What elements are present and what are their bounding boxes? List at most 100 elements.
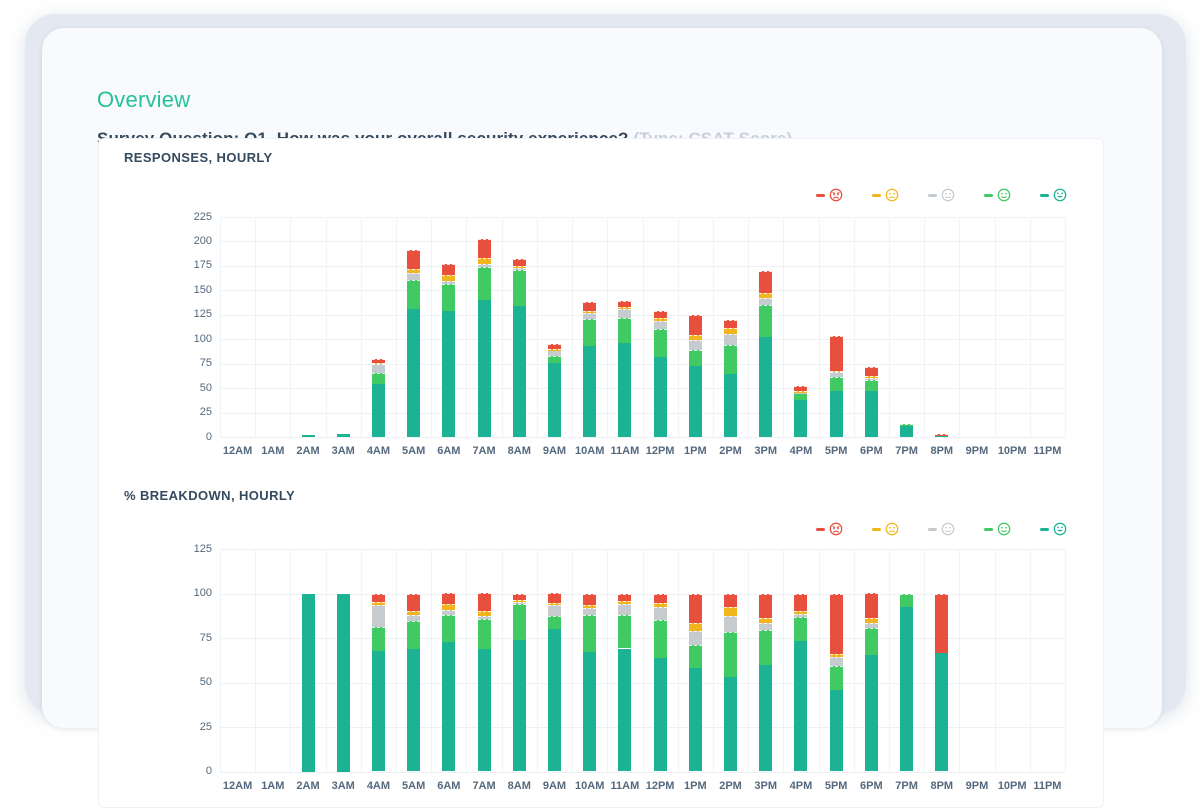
legend-item-neutral[interactable] (928, 188, 955, 202)
bar-segment-satisfied-7AM[interactable] (478, 267, 491, 300)
bar-segment-unsatisfied-3PM[interactable] (759, 293, 772, 298)
bar-segment-satisfied-4PM[interactable] (794, 393, 807, 400)
bar-segment-very-satisfied-6PM[interactable] (865, 655, 878, 771)
bar-segment-satisfied-6AM[interactable] (442, 284, 455, 310)
bar-segment-neutral-6AM[interactable] (442, 281, 455, 285)
bar-segment-neutral-5PM[interactable] (830, 657, 843, 666)
bar-segment-very-satisfied-7PM[interactable] (900, 425, 913, 437)
bar-segment-very-satisfied-6PM[interactable] (865, 391, 878, 437)
bar-segment-very-satisfied-3PM[interactable] (759, 665, 772, 772)
bar-segment-very-satisfied-7PM[interactable] (900, 607, 913, 771)
bar-segment-unsatisfied-9AM[interactable] (548, 349, 561, 351)
bar-segment-very-unsatisfied-8PM[interactable] (935, 594, 948, 653)
bar-segment-satisfied-3PM[interactable] (759, 305, 772, 337)
bar-segment-very-satisfied-1PM[interactable] (689, 366, 702, 437)
bar-segment-unsatisfied-9AM[interactable] (548, 603, 561, 605)
bar-segment-very-unsatisfied-2PM[interactable] (724, 320, 737, 329)
bar-segment-neutral-5AM[interactable] (407, 615, 420, 622)
bar-segment-neutral-1PM[interactable] (689, 631, 702, 645)
bar-segment-unsatisfied-5AM[interactable] (407, 611, 420, 615)
legend-item-neutral[interactable] (928, 522, 955, 536)
bar-segment-very-unsatisfied-10AM[interactable] (583, 594, 596, 606)
bar-segment-very-unsatisfied-12PM[interactable] (654, 311, 667, 318)
bar-segment-neutral-7AM[interactable] (478, 616, 491, 619)
bar-segment-very-satisfied-2AM[interactable] (302, 594, 315, 772)
bar-segment-neutral-5PM[interactable] (830, 372, 843, 377)
bar-segment-neutral-2PM[interactable] (724, 616, 737, 632)
bar-segment-neutral-6AM[interactable] (442, 610, 455, 614)
bar-segment-neutral-4AM[interactable] (372, 605, 385, 627)
bar-segment-satisfied-11AM[interactable] (618, 615, 631, 648)
bar-segment-satisfied-3PM[interactable] (759, 630, 772, 665)
bar-segment-satisfied-9AM[interactable] (548, 356, 561, 363)
bar-segment-neutral-11AM[interactable] (618, 604, 631, 616)
bar-segment-very-unsatisfied-11AM[interactable] (618, 594, 631, 602)
bar-segment-satisfied-5AM[interactable] (407, 621, 420, 649)
bar-segment-unsatisfied-8AM[interactable] (513, 266, 526, 268)
bar-segment-unsatisfied-4AM[interactable] (372, 363, 385, 365)
bar-segment-satisfied-5AM[interactable] (407, 280, 420, 309)
bar-segment-very-unsatisfied-4PM[interactable] (794, 386, 807, 391)
bar-segment-unsatisfied-10AM[interactable] (583, 311, 596, 313)
bar-segment-very-satisfied-10AM[interactable] (583, 346, 596, 437)
bar-segment-very-satisfied-11AM[interactable] (618, 343, 631, 437)
bar-segment-unsatisfied-6PM[interactable] (865, 618, 878, 623)
bar-segment-very-unsatisfied-8PM[interactable] (935, 434, 948, 436)
bar-segment-neutral-1PM[interactable] (689, 340, 702, 350)
bar-segment-very-satisfied-12PM[interactable] (654, 658, 667, 771)
bar-segment-satisfied-10AM[interactable] (583, 615, 596, 651)
bar-segment-unsatisfied-1PM[interactable] (689, 335, 702, 340)
bar-segment-neutral-6PM[interactable] (865, 378, 878, 380)
bar-segment-unsatisfied-2PM[interactable] (724, 607, 737, 616)
bar-segment-very-unsatisfied-5AM[interactable] (407, 250, 420, 269)
legend-item-very-satisfied[interactable] (1040, 188, 1067, 202)
bar-segment-very-satisfied-5PM[interactable] (830, 391, 843, 437)
bar-segment-unsatisfied-12PM[interactable] (654, 318, 667, 321)
bar-segment-satisfied-4PM[interactable] (794, 617, 807, 641)
bar-segment-very-satisfied-2PM[interactable] (724, 677, 737, 772)
legend-item-unsatisfied[interactable] (872, 188, 899, 202)
bar-segment-unsatisfied-7AM[interactable] (478, 611, 491, 616)
bar-segment-very-satisfied-9AM[interactable] (548, 363, 561, 437)
bar-segment-very-unsatisfied-11AM[interactable] (618, 301, 631, 307)
legend-item-very-unsatisfied[interactable] (816, 188, 843, 202)
legend-item-unsatisfied[interactable] (872, 522, 899, 536)
bar-segment-unsatisfied-11AM[interactable] (618, 601, 631, 603)
bar-segment-unsatisfied-3PM[interactable] (759, 618, 772, 623)
bar-segment-satisfied-5PM[interactable] (830, 377, 843, 391)
bar-segment-very-unsatisfied-4AM[interactable] (372, 359, 385, 363)
bar-segment-very-satisfied-9AM[interactable] (548, 629, 561, 771)
bar-segment-unsatisfied-6AM[interactable] (442, 604, 455, 610)
bar-segment-unsatisfied-7AM[interactable] (478, 258, 491, 264)
bar-segment-very-satisfied-7AM[interactable] (478, 300, 491, 437)
bar-segment-very-unsatisfied-10AM[interactable] (583, 302, 596, 311)
bar-segment-satisfied-1PM[interactable] (689, 350, 702, 366)
bar-segment-satisfied-8AM[interactable] (513, 604, 526, 640)
bar-segment-very-unsatisfied-4AM[interactable] (372, 594, 385, 603)
bar-segment-very-satisfied-5AM[interactable] (407, 309, 420, 437)
bar-segment-satisfied-5PM[interactable] (830, 666, 843, 690)
bar-segment-unsatisfied-4PM[interactable] (794, 391, 807, 393)
bar-segment-neutral-8AM[interactable] (513, 268, 526, 270)
bar-segment-very-unsatisfied-8AM[interactable] (513, 259, 526, 266)
bar-segment-very-satisfied-12PM[interactable] (654, 357, 667, 437)
bar-segment-very-satisfied-6AM[interactable] (442, 311, 455, 437)
bar-segment-unsatisfied-10AM[interactable] (583, 605, 596, 607)
bar-segment-very-satisfied-5PM[interactable] (830, 690, 843, 771)
bar-segment-neutral-9AM[interactable] (548, 350, 561, 356)
bar-segment-neutral-3PM[interactable] (759, 298, 772, 305)
bar-segment-satisfied-2PM[interactable] (724, 632, 737, 677)
bar-segment-very-satisfied-10AM[interactable] (583, 652, 596, 772)
bar-segment-very-unsatisfied-3PM[interactable] (759, 271, 772, 293)
bar-segment-satisfied-4AM[interactable] (372, 373, 385, 384)
bar-segment-neutral-11AM[interactable] (618, 309, 631, 318)
bar-segment-very-unsatisfied-8AM[interactable] (513, 594, 526, 601)
bar-segment-unsatisfied-5AM[interactable] (407, 269, 420, 273)
bar-segment-very-satisfied-8PM[interactable] (935, 653, 948, 772)
bar-segment-very-satisfied-3AM[interactable] (337, 594, 350, 772)
bar-segment-satisfied-6PM[interactable] (865, 628, 878, 655)
bar-segment-unsatisfied-4AM[interactable] (372, 602, 385, 604)
bar-segment-satisfied-12PM[interactable] (654, 329, 667, 356)
legend-item-satisfied[interactable] (984, 188, 1011, 202)
bar-segment-very-satisfied-3AM[interactable] (337, 434, 350, 437)
